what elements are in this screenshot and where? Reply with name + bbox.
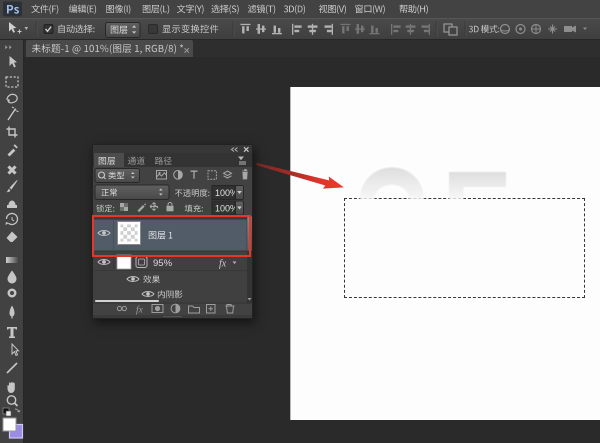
svg-text:100%: 100%	[215, 204, 238, 214]
svg-text:fx: fx	[136, 305, 144, 316]
svg-text:fx: fx	[219, 259, 227, 270]
svg-text:100%: 100%	[215, 188, 238, 198]
svg-text:95%: 95%	[153, 258, 173, 269]
